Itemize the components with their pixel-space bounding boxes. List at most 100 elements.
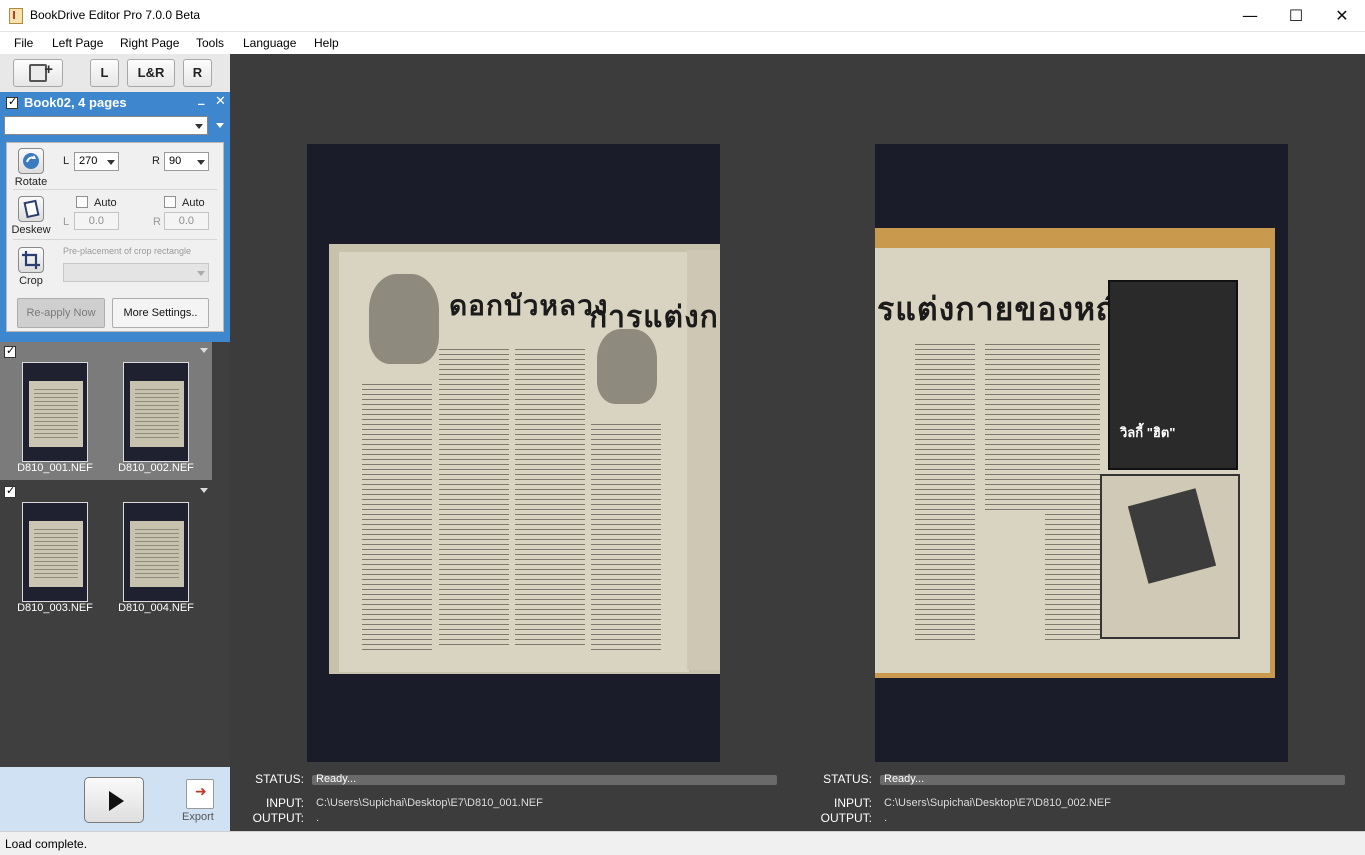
rotate-left-value: 270 [79, 155, 98, 167]
title-bar: BookDrive Editor Pro 7.0.0 Beta — ☐ ✕ [0, 0, 1365, 32]
both-pages-button[interactable]: L&R [127, 59, 175, 87]
thumbnail-name: D810_003.NEF [17, 602, 93, 614]
ad-text: วิลกี้ "ฮิต" [1120, 425, 1176, 440]
left-input-label: INPUT: [265, 796, 304, 810]
deskew-right-spinner[interactable]: 0.0 [164, 212, 209, 230]
left-status-label: STATUS: [255, 772, 304, 786]
advertisement-box [1100, 474, 1240, 639]
left-output-label: OUTPUT: [252, 811, 304, 825]
rotate-r-label: R [152, 155, 160, 167]
thumbnail-image[interactable] [22, 502, 88, 602]
chevron-down-icon [107, 160, 115, 165]
export-icon[interactable] [186, 779, 214, 809]
thumbnail-image[interactable] [123, 362, 189, 462]
deskew-left-auto-checkbox[interactable] [76, 196, 88, 208]
book-title: Book02, 4 pages [24, 95, 127, 110]
book-close-button[interactable]: ✕ [215, 94, 226, 109]
deskew-left-value: 0.0 [88, 215, 104, 227]
deskew-r-label: R [153, 216, 161, 228]
main-preview-area: ดอกบัวหลวง การแต่งกาย รแต่งกายของหญิง วิ… [230, 54, 1365, 831]
menu-file[interactable]: File [14, 36, 33, 50]
text-column [591, 424, 661, 654]
book-minimize-button[interactable]: _ [198, 91, 205, 106]
book-checkbox[interactable] [6, 95, 18, 109]
maximize-button[interactable]: ☐ [1273, 0, 1319, 31]
menu-right-page[interactable]: Right Page [120, 36, 179, 50]
advertisement-box: วิลกี้ "ฮิต" [1108, 280, 1238, 470]
window-title: BookDrive Editor Pro 7.0.0 Beta [30, 8, 201, 22]
deskew-left-spinner[interactable]: 0.0 [74, 212, 119, 230]
app-icon [9, 8, 23, 24]
divider [13, 189, 217, 190]
thumbnail-group[interactable]: D810_001.NEF D810_002.NEF [0, 342, 212, 480]
menu-bar: File Left Page Right Page Tools Language… [0, 32, 1365, 54]
group-dropdown-icon[interactable] [200, 488, 208, 493]
deskew-right-auto-checkbox[interactable] [164, 196, 176, 208]
status-bar-text: Load complete. [5, 837, 88, 851]
text-column [515, 349, 585, 649]
left-output-path: . [316, 812, 320, 824]
text-column [915, 344, 975, 644]
menu-left-page[interactable]: Left Page [52, 36, 103, 50]
rotate-right-select[interactable]: 90 [164, 152, 209, 171]
rotate-label: Rotate [14, 176, 48, 188]
new-book-button[interactable] [13, 57, 63, 87]
menu-language[interactable]: Language [243, 36, 296, 50]
rotate-left-select[interactable]: 270 [74, 152, 119, 171]
book-dropdown[interactable] [4, 116, 208, 135]
reapply-now-button[interactable]: Re-apply Now [17, 298, 105, 328]
menu-help[interactable]: Help [314, 36, 339, 50]
deskew-right-auto-label: Auto [182, 197, 205, 209]
menu-tools[interactable]: Tools [196, 36, 224, 50]
right-status-label: STATUS: [823, 772, 872, 786]
right-input-label: INPUT: [833, 796, 872, 810]
book-options-chevron-icon[interactable] [216, 123, 224, 128]
right-input-path: C:\Users\Supichai\Desktop\E7\D810_002.NE… [884, 797, 1111, 809]
chevron-down-icon [195, 124, 203, 129]
thumbnail-group[interactable]: D810_003.NEF D810_004.NEF [0, 482, 212, 620]
status-bar: Load complete. [0, 831, 1365, 855]
thumbnail-name: D810_002.NEF [118, 462, 194, 474]
chevron-down-icon [197, 271, 205, 276]
page-headline: รแต่งกายของหญิง [877, 290, 1142, 328]
page-headline: ดอกบัวหลวง [449, 289, 609, 322]
left-page-button[interactable]: L [90, 59, 119, 87]
thumbnail-name: D810_001.NEF [17, 462, 93, 474]
group-dropdown-icon[interactable] [200, 348, 208, 353]
close-button[interactable]: ✕ [1319, 0, 1365, 31]
crop-icon[interactable] [18, 247, 44, 273]
group-checkbox[interactable] [4, 344, 16, 358]
product-illustration [1127, 488, 1217, 584]
bottom-action-panel: Export [0, 767, 230, 831]
group-checkbox[interactable] [4, 484, 16, 498]
thumbnail-image[interactable] [123, 502, 189, 602]
right-page-button[interactable]: R [183, 59, 212, 87]
right-status-value: Ready... [884, 773, 925, 785]
right-progress-bar [880, 775, 1345, 785]
rotate-icon[interactable] [18, 148, 44, 174]
left-toolbar: L L&R R [0, 54, 230, 92]
deskew-l-label: L [63, 216, 70, 228]
crop-label: Crop [19, 275, 43, 287]
right-page-preview[interactable]: รแต่งกายของหญิง วิลกี้ "ฮิต" [875, 144, 1288, 762]
thumbnail-image[interactable] [22, 362, 88, 462]
left-progress-bar [312, 775, 777, 785]
crop-placement-select[interactable] [63, 263, 209, 282]
thumbnail-name: D810_004.NEF [118, 602, 194, 614]
minimize-button[interactable]: — [1227, 0, 1273, 31]
more-settings-button[interactable]: More Settings.. [112, 298, 209, 328]
export-label: Export [182, 811, 214, 823]
new-book-icon [29, 57, 53, 83]
book-panel: Book02, 4 pages _ ✕ Rotate L 270 R 90 [0, 91, 230, 342]
book-header: Book02, 4 pages _ ✕ [0, 91, 230, 114]
rotate-right-value: 90 [169, 155, 182, 167]
deskew-left-auto-label: Auto [94, 197, 117, 209]
play-button[interactable] [84, 777, 144, 823]
text-column [362, 384, 432, 654]
text-column [985, 344, 1045, 514]
left-page-preview[interactable]: ดอกบัวหลวง การแต่งกาย [307, 144, 720, 762]
divider [13, 239, 217, 240]
page-headline: การแต่งกาย [589, 300, 720, 335]
crop-placement-label: Pre-placement of crop rectangle [63, 246, 192, 256]
deskew-icon[interactable] [18, 196, 44, 222]
